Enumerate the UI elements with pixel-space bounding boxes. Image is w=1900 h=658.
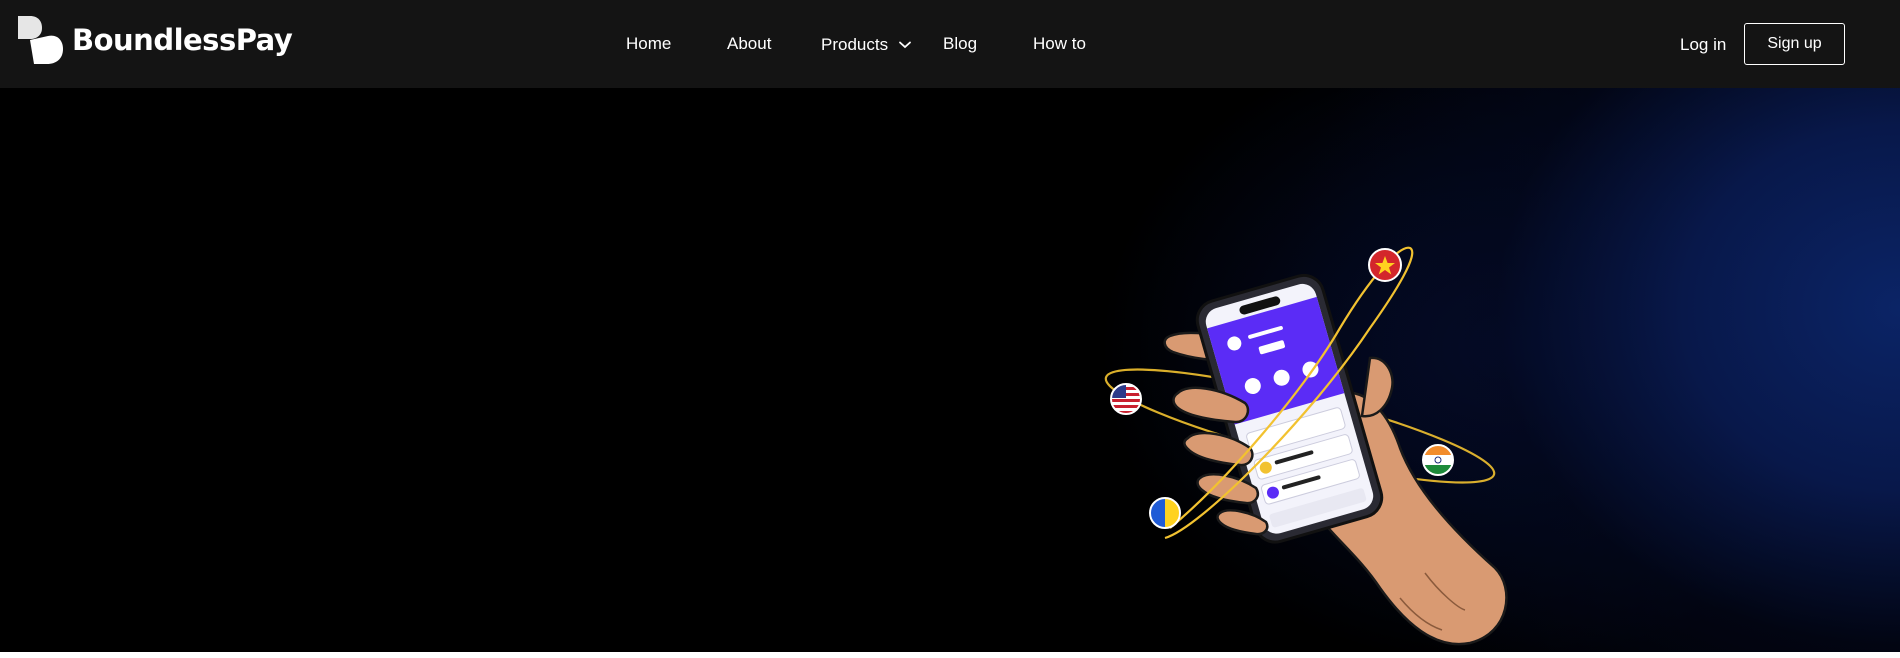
signup-button[interactable]: Sign up bbox=[1744, 23, 1845, 65]
main-menu: Home About Products Blog How to bbox=[0, 0, 1900, 88]
nav-products-label: Products bbox=[821, 35, 889, 54]
vietnam-flag-icon bbox=[1368, 248, 1402, 282]
nav-howto-link[interactable]: How to bbox=[1033, 33, 1086, 55]
india-flag-icon bbox=[1422, 444, 1454, 476]
nav-products-dropdown[interactable]: Products bbox=[821, 34, 912, 56]
hand-holding-phone-illustration bbox=[1104, 246, 1508, 646]
usa-flag-icon bbox=[1110, 383, 1142, 415]
nav-about-link[interactable]: About bbox=[727, 33, 771, 55]
nav-home-link[interactable]: Home bbox=[626, 33, 671, 55]
nav-blog-link[interactable]: Blog bbox=[943, 33, 977, 55]
ukraine-flag-icon bbox=[1149, 497, 1181, 529]
chevron-down-icon bbox=[899, 41, 911, 49]
top-navigation-bar: BoundlessPay Home About Products Blog Ho… bbox=[0, 0, 1900, 88]
hero-section bbox=[0, 88, 1900, 652]
login-link[interactable]: Log in bbox=[1680, 34, 1726, 56]
